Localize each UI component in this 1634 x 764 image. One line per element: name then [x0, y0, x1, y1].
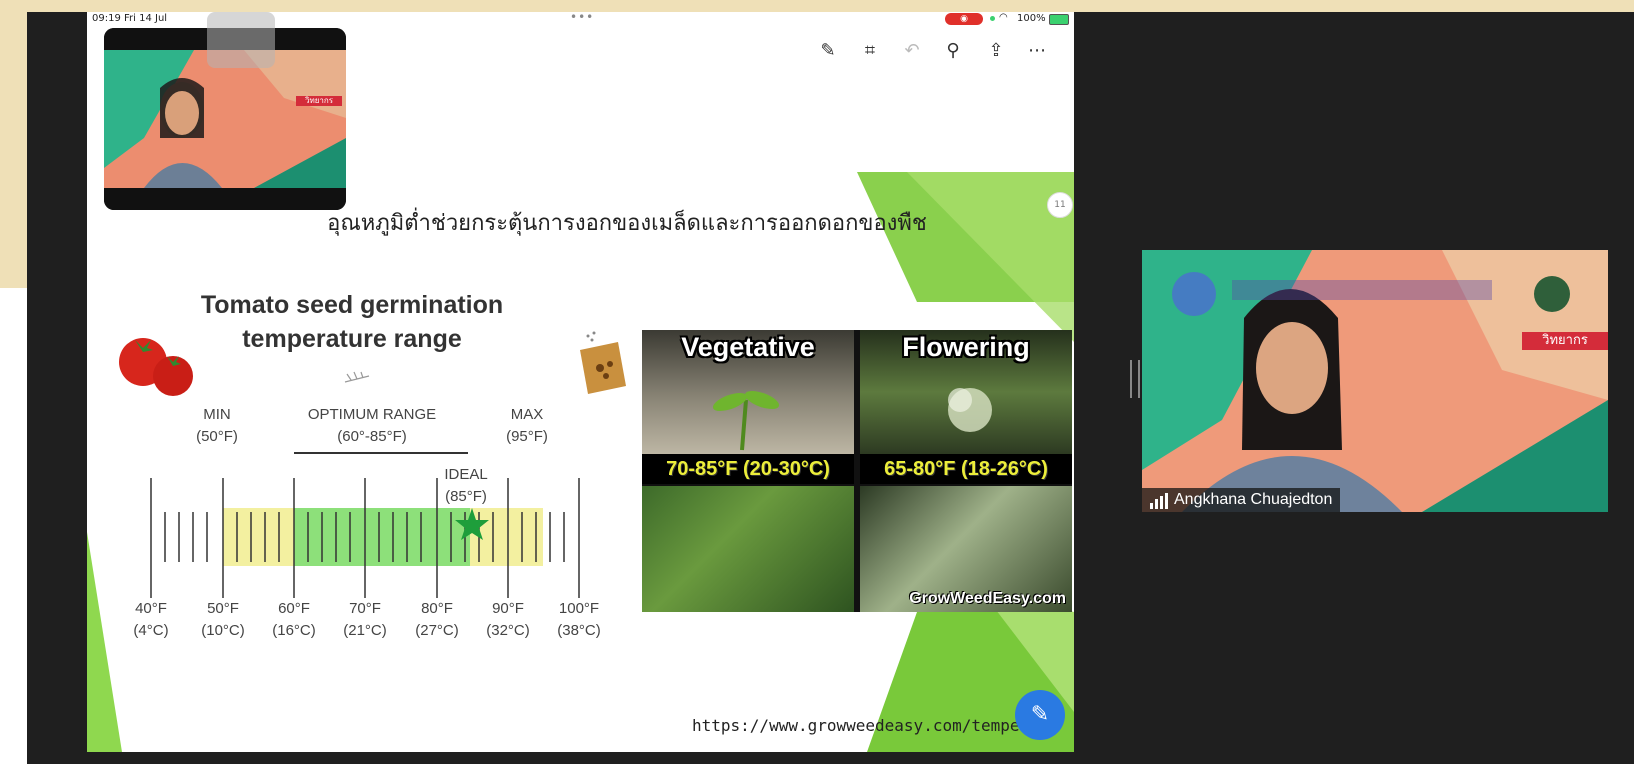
optimum-label-text: OPTIMUM RANGE [307, 406, 437, 423]
pip-speaker-tag: วิทยากร [304, 96, 334, 105]
axis-c: (32°C) [486, 622, 530, 639]
axis-label: 40°F (4°C) [121, 598, 181, 642]
axis-label: 50°F (10°C) [193, 598, 253, 642]
axis-label: 60°F (16°C) [264, 598, 324, 642]
source-url[interactable]: https://www.growweedeasy.com/temperatu [692, 716, 1058, 735]
slide-thai-title: อุณหภูมิต่ำช่วยกระตุ้นการงอกของเมล็ดและก… [327, 211, 927, 236]
axis-label: 100°F (38°C) [549, 598, 609, 642]
camera-indicator-icon [990, 16, 995, 21]
axis-label: 70°F (21°C) [335, 598, 395, 642]
pip-drag-handle[interactable] [207, 12, 275, 68]
crop-icon[interactable]: ⌗ [857, 38, 883, 64]
growweedeasy-watermark: GrowWeedEasy.com [909, 590, 1066, 607]
tomato-title-line2: temperature range [242, 325, 462, 353]
wifi-icon: ◠ [999, 12, 1008, 23]
optimum-underline [294, 452, 468, 454]
axis-f: 90°F [492, 600, 524, 617]
search-icon[interactable]: ⚲ [940, 38, 966, 64]
slide-page-number: 11 [1047, 192, 1073, 218]
min-label-text: MIN [203, 406, 231, 423]
axis-f: 100°F [558, 600, 600, 617]
axis-c: (4°C) [133, 622, 169, 639]
split-divider-handle[interactable] [1130, 360, 1140, 398]
axis-f: 50°F [207, 600, 239, 617]
max-label: MAX (95°F) [497, 404, 557, 448]
axis-c: (16°C) [272, 622, 316, 639]
more-icon[interactable]: ⋯ [1024, 38, 1050, 64]
participant-banner-tag: วิทยากร [1542, 333, 1588, 348]
multitask-dots-icon[interactable]: ••• [570, 12, 594, 24]
axis-f: 80°F [421, 600, 453, 617]
participant-name-tag: Angkhana Chuajedton [1142, 488, 1341, 512]
optimum-green-band [294, 508, 470, 566]
axis-c: (10°C) [201, 622, 245, 639]
max-value: (95°F) [506, 428, 548, 445]
axis-c: (27°C) [415, 622, 459, 639]
flowering-label: Flowering [902, 332, 1030, 362]
axis-c: (38°C) [557, 622, 601, 639]
battery-percent: 100% [1017, 13, 1046, 24]
min-label: MIN (50°F) [187, 404, 247, 448]
optimum-value: (60°-85°F) [337, 428, 407, 445]
min-value: (50°F) [196, 428, 238, 445]
tomato-icon [119, 338, 193, 396]
growth-stage-photo-grid: Vegetative Flowering 70-85°F (20-30°C) 6… [642, 330, 1072, 612]
bottom-toolbar-strip [27, 752, 1634, 764]
markup-icon[interactable]: ✎ [815, 38, 841, 64]
axis-f: 60°F [278, 600, 310, 617]
axis-c: (21°C) [343, 622, 387, 639]
participant-name: Angkhana Chuajedton [1174, 491, 1333, 508]
vegetative-temp: 70-85°F (20-30°C) [642, 454, 854, 484]
axis-f: 40°F [135, 600, 167, 617]
max-label-text: MAX [510, 406, 544, 423]
pencil-edit-button[interactable]: ✎ [1015, 690, 1065, 740]
flowering-temp: 65-80°F (18-26°C) [860, 454, 1072, 484]
participant-video-tile[interactable]: วิทยากร [1142, 250, 1608, 512]
tomato-title: Tomato seed germination temperature rang… [167, 288, 537, 356]
battery-icon [1049, 14, 1069, 25]
seed-packet-icon [580, 331, 626, 394]
participant-video-frame [1142, 250, 1608, 512]
signal-strength-icon [1150, 493, 1168, 509]
screen-record-icon: ◉ [945, 13, 983, 25]
vegetative-plants-photo [642, 486, 854, 612]
tomato-title-line1: Tomato seed germination [200, 291, 504, 319]
optimum-label: OPTIMUM RANGE (60°-85°F) [292, 404, 452, 448]
vegetative-label: Vegetative [681, 332, 815, 362]
leaf-sprig-icon [344, 371, 370, 383]
axis-label: 80°F (27°C) [407, 598, 467, 642]
axis-label: 90°F (32°C) [478, 598, 538, 642]
undo-icon[interactable]: ↶ [899, 38, 925, 64]
axis-f: 70°F [349, 600, 381, 617]
share-icon[interactable]: ⇪ [983, 38, 1009, 64]
status-time: 09:19 Fri 14 Jul [92, 13, 168, 24]
temperature-scale [150, 478, 580, 598]
